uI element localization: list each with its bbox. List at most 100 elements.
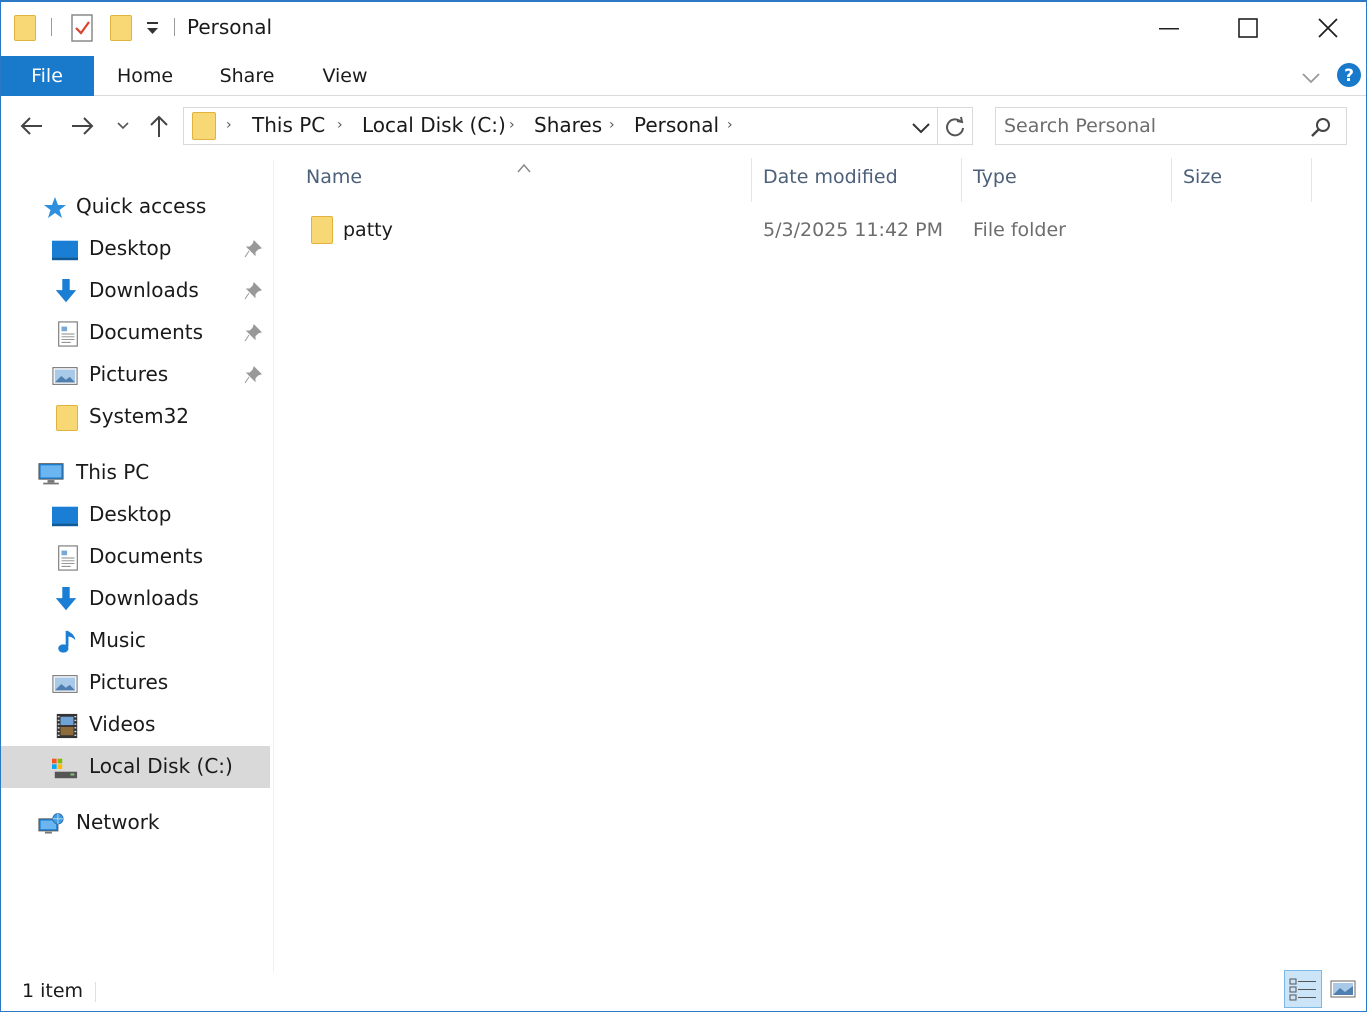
refresh-button[interactable] — [944, 116, 966, 138]
qat-separator — [51, 18, 52, 36]
breadcrumb-shares[interactable]: Shares — [534, 113, 602, 137]
column-separator[interactable] — [751, 158, 752, 202]
close-icon — [1318, 18, 1338, 38]
minimize-icon — [1159, 28, 1179, 30]
navigation-pane: Quick access Desktop Downloads Documents… — [0, 160, 274, 972]
status-bar: 1 item — [0, 972, 1367, 1012]
nav-label: System32 — [89, 404, 190, 428]
nav-label: Local Disk (C:) — [89, 754, 233, 778]
sort-ascending-icon — [516, 155, 532, 173]
breadcrumb-local-disk[interactable]: Local Disk (C:) — [362, 113, 506, 137]
nav-qa-system32[interactable]: System32 — [0, 396, 270, 438]
up-button[interactable] — [144, 108, 174, 144]
pictures-icon — [52, 367, 78, 385]
nav-label: Desktop — [89, 236, 172, 260]
search-icon[interactable] — [1310, 116, 1332, 138]
breadcrumb-chevron-icon[interactable]: › — [509, 117, 515, 133]
downloads-icon — [55, 587, 77, 611]
help-button[interactable]: ? — [1336, 62, 1362, 88]
address-bar[interactable]: › This PC › Local Disk (C:) › Shares › P… — [183, 107, 973, 145]
close-button[interactable] — [1303, 8, 1353, 48]
tab-home[interactable]: Home — [104, 56, 186, 96]
file-date-modified: 5/3/2025 11:42 PM — [763, 219, 944, 241]
details-view-button[interactable] — [1284, 970, 1322, 1008]
pin-icon[interactable] — [244, 240, 262, 258]
folder-icon — [56, 405, 78, 431]
breadcrumb-chevron-icon[interactable]: › — [727, 117, 733, 133]
ribbon-tabs: File Home Share View ? — [0, 56, 1367, 96]
breadcrumb-chevron-icon[interactable]: › — [226, 117, 232, 133]
forward-button[interactable] — [66, 108, 100, 144]
qat-customize-icon[interactable] — [144, 18, 162, 38]
nav-quick-access[interactable]: Quick access — [0, 186, 270, 228]
folder-icon — [192, 112, 216, 140]
nav-qa-documents[interactable]: Documents — [0, 312, 270, 354]
arrow-right-icon — [72, 117, 94, 135]
desktop-icon — [52, 240, 78, 261]
column-separator[interactable] — [961, 158, 962, 202]
nav-qa-downloads[interactable]: Downloads — [0, 270, 270, 312]
arrow-left-icon — [20, 117, 42, 135]
breadcrumb-chevron-icon[interactable]: › — [337, 117, 343, 133]
minimize-button[interactable] — [1144, 8, 1194, 48]
column-header-date-modified[interactable]: Date modified — [763, 166, 898, 198]
folder-icon — [14, 13, 36, 43]
ribbon-expand-button[interactable] — [1300, 68, 1322, 86]
pane-divider[interactable] — [273, 160, 274, 972]
pin-icon[interactable] — [244, 366, 262, 384]
tab-share[interactable]: Share — [208, 56, 286, 96]
column-separator[interactable] — [1311, 158, 1312, 202]
documents-icon — [58, 545, 78, 571]
nav-label: Desktop — [89, 502, 172, 526]
address-history-button[interactable] — [910, 118, 932, 136]
nav-label: Quick access — [76, 194, 207, 218]
file-type: File folder — [973, 219, 1066, 241]
column-header-name[interactable]: Name — [306, 166, 362, 198]
nav-qa-desktop[interactable]: Desktop — [0, 228, 270, 270]
nav-pc-documents[interactable]: Documents — [0, 536, 270, 578]
tab-file[interactable]: File — [0, 56, 94, 96]
title-separator — [174, 18, 175, 36]
new-folder-icon[interactable] — [110, 13, 132, 43]
pin-icon[interactable] — [244, 282, 262, 300]
nav-label: Music — [89, 628, 146, 652]
refresh-icon — [946, 116, 964, 137]
nav-qa-pictures[interactable]: Pictures — [0, 354, 270, 396]
help-icon: ? — [1337, 63, 1361, 87]
item-count: 1 item — [22, 980, 84, 1002]
breadcrumb-chevron-icon[interactable]: › — [609, 117, 615, 133]
nav-label: Downloads — [89, 278, 199, 302]
nav-network[interactable]: Network — [0, 802, 270, 844]
nav-pc-pictures[interactable]: Pictures — [0, 662, 270, 704]
column-header-type[interactable]: Type — [973, 166, 1017, 198]
nav-pc-desktop[interactable]: Desktop — [0, 494, 270, 536]
nav-pc-music[interactable]: Music — [0, 620, 270, 662]
nav-label: Videos — [89, 712, 156, 736]
table-row[interactable]: patty 5/3/2025 11:42 PM File folder — [300, 210, 1310, 252]
back-button[interactable] — [14, 108, 48, 144]
column-header-size[interactable]: Size — [1183, 166, 1222, 198]
nav-pc-videos[interactable]: Videos — [0, 704, 270, 746]
maximize-button[interactable] — [1223, 8, 1273, 48]
recent-locations-button[interactable] — [112, 108, 134, 144]
nav-pc-downloads[interactable]: Downloads — [0, 578, 270, 620]
folder-icon — [311, 216, 333, 244]
nav-label: Pictures — [89, 670, 169, 694]
nav-this-pc[interactable]: This PC — [0, 452, 270, 494]
nav-pc-local-disk[interactable]: Local Disk (C:) — [0, 746, 270, 788]
downloads-icon — [55, 279, 77, 303]
breadcrumb-this-pc[interactable]: This PC — [252, 113, 325, 137]
local-disk-icon — [52, 758, 78, 779]
tab-view[interactable]: View — [308, 56, 382, 96]
large-icons-view-button[interactable] — [1324, 970, 1362, 1008]
properties-icon[interactable] — [70, 13, 96, 43]
search-input[interactable] — [1004, 113, 1294, 139]
maximize-icon — [1238, 18, 1258, 38]
pin-icon[interactable] — [244, 324, 262, 342]
nav-label: This PC — [76, 460, 150, 484]
file-name: patty — [343, 219, 393, 241]
breadcrumb-personal[interactable]: Personal — [634, 113, 719, 137]
column-separator[interactable] — [1171, 158, 1172, 202]
nav-label: Downloads — [89, 586, 199, 610]
pictures-icon — [52, 675, 78, 693]
